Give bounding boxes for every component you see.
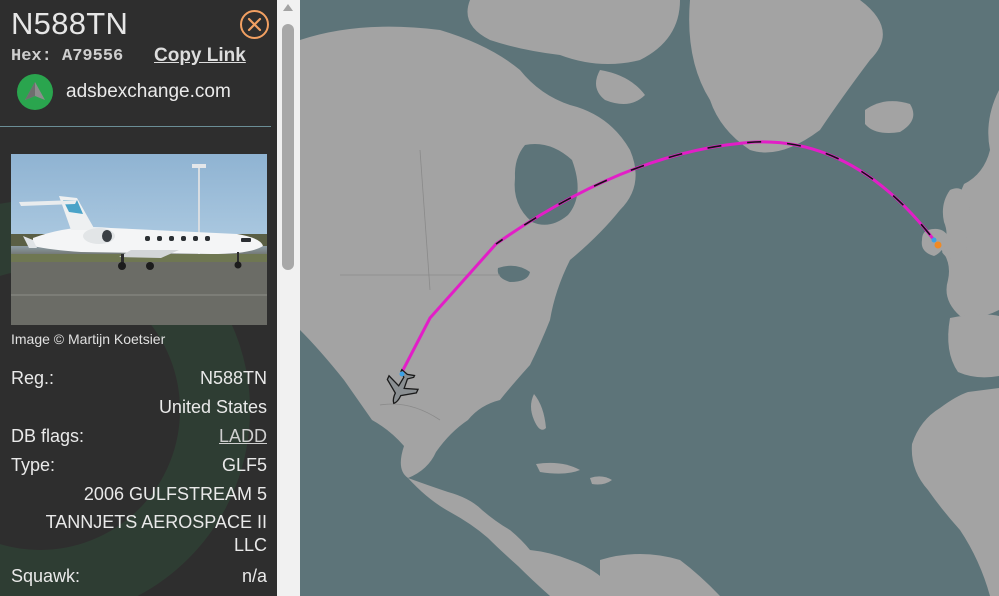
copy-link-button[interactable]: Copy Link	[154, 45, 246, 67]
panel-scrollbar[interactable]	[277, 0, 300, 596]
squawk-value: n/a	[241, 566, 267, 586]
type-label: Type:	[11, 455, 56, 475]
scrollbar-thumb[interactable]	[282, 24, 294, 270]
source-site-name: adsbexchange.com	[66, 81, 231, 102]
aircraft-description: 2006 GULFSTREAM 5	[83, 484, 267, 504]
type-value: GLF5	[221, 455, 267, 475]
country-value: United States	[158, 397, 267, 417]
close-button[interactable]	[240, 10, 269, 39]
squawk-label: Squawk:	[11, 566, 81, 586]
db-flags-label: DB flags:	[11, 426, 85, 446]
registration-value: N588TN	[199, 368, 267, 388]
aircraft-photo[interactable]	[11, 154, 267, 325]
panel-divider	[0, 126, 271, 127]
map-canvas[interactable]	[300, 0, 999, 596]
aircraft-info-panel: N588TN Hex: A79556 Copy Link adsbexchang…	[0, 0, 277, 596]
hex-label: Hex:	[11, 47, 52, 66]
aircraft-registration-title: N588TN	[11, 6, 129, 41]
source-link[interactable]: adsbexchange.com	[17, 74, 231, 110]
ladd-flag-link[interactable]: LADD	[219, 426, 267, 447]
landmass-iberia	[948, 314, 999, 378]
close-icon	[247, 17, 262, 32]
registration-label: Reg.:	[11, 368, 55, 388]
owner-name: TANNJETS AEROSPACE II LLC	[45, 512, 267, 555]
scroll-up-arrow-icon[interactable]	[283, 4, 293, 11]
hex-code: Hex: A79556	[11, 47, 123, 66]
landmass-great-britain	[942, 188, 970, 260]
adsbx-logo-icon	[17, 74, 53, 110]
hex-value: A79556	[62, 47, 124, 66]
departure-marker[interactable]	[934, 241, 942, 249]
flight-map[interactable]	[300, 0, 999, 596]
photo-credit: Image © Martijn Koetsier	[11, 331, 166, 347]
